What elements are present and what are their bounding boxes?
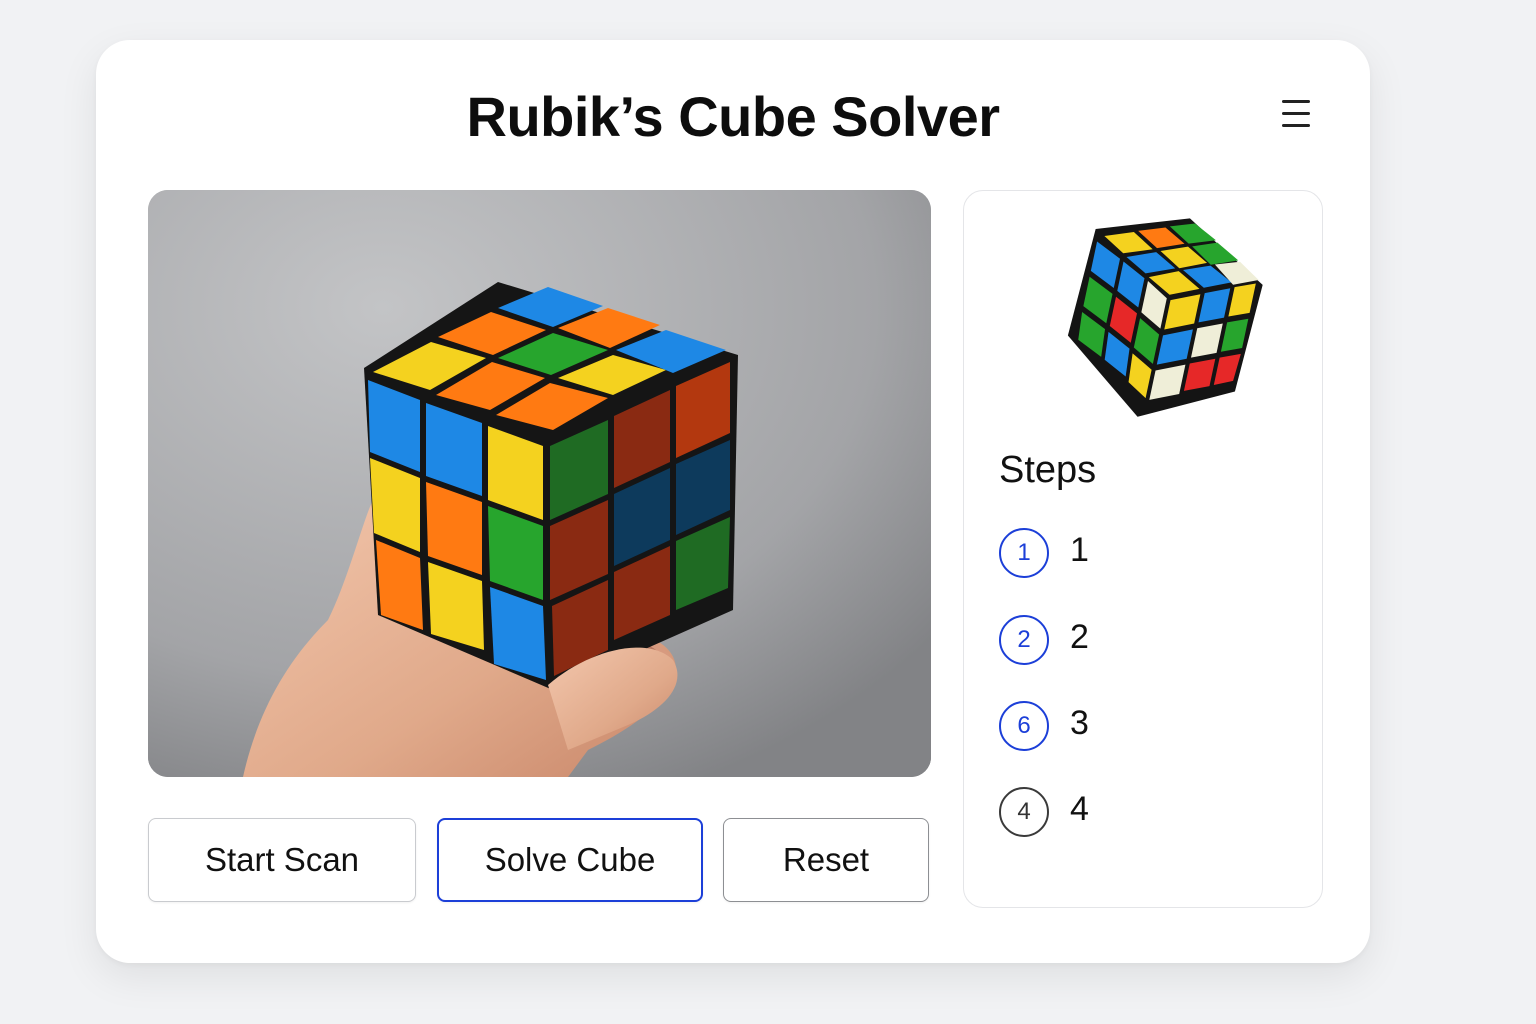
steps-title: Steps	[999, 449, 1097, 491]
page-title: Rubik’s Cube Solver	[466, 85, 1001, 148]
app-card: Rubik’s Cube Solver Start Scan Solve Cub…	[96, 40, 1370, 963]
step-item[interactable]: 4 4	[999, 787, 1279, 837]
steps-panel: Steps 1 1 2 2 6 3 4 4	[963, 190, 1323, 908]
step-item[interactable]: 6 3	[999, 701, 1279, 751]
step-number-badge: 1	[999, 528, 1049, 578]
start-scan-button[interactable]: Start Scan	[148, 818, 416, 902]
menu-line	[1282, 124, 1310, 127]
cube-in-hand-image	[148, 190, 931, 777]
reset-button[interactable]: Reset	[723, 818, 929, 902]
menu-line	[1282, 100, 1310, 103]
step-item[interactable]: 2 2	[999, 615, 1279, 665]
menu-line	[1282, 112, 1310, 115]
step-label: 2	[1070, 618, 1089, 656]
step-label: 4	[1070, 790, 1089, 828]
camera-preview	[148, 190, 931, 777]
step-item[interactable]: 1 1	[999, 528, 1279, 578]
step-number-badge: 6	[999, 701, 1049, 751]
step-label: 3	[1070, 704, 1089, 742]
hamburger-menu-icon[interactable]	[1276, 96, 1316, 136]
cube-body	[364, 282, 738, 690]
solve-cube-button[interactable]: Solve Cube	[437, 818, 703, 902]
step-label: 1	[1070, 531, 1089, 569]
step-number-badge: 2	[999, 615, 1049, 665]
step-number-badge: 4	[999, 787, 1049, 837]
cube-preview-image	[1067, 218, 1263, 417]
